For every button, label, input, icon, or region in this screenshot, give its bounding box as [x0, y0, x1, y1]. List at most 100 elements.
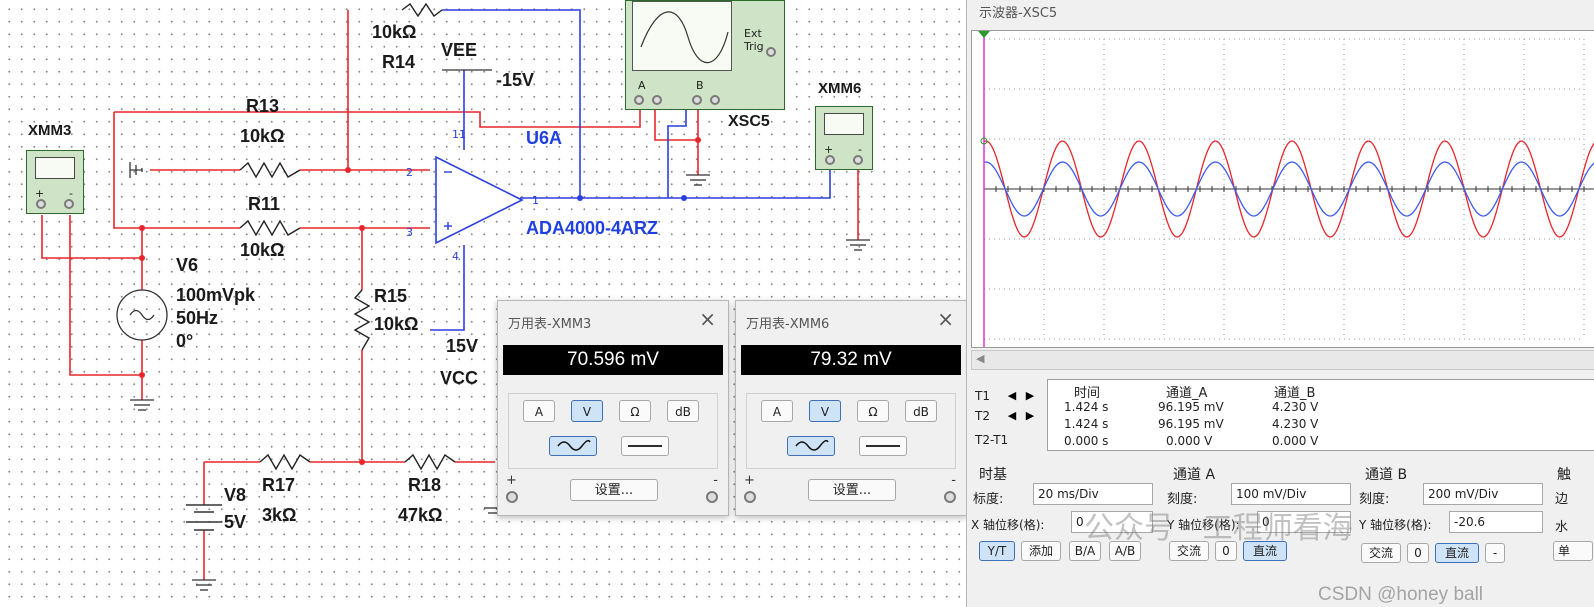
multimeter-window-xmm6[interactable]: 万用表-XMM6 × 79.32 mV A V Ω dB + - 设置... [735, 300, 967, 516]
sine-wave-icon [557, 439, 591, 451]
yt-mode-button[interactable]: Y/T [979, 541, 1015, 561]
terminal-icon [634, 95, 644, 105]
positive-terminal-label: + [506, 473, 517, 488]
trigger-edge-label: 边 [1555, 492, 1569, 507]
add-mode-button[interactable]: 添加 [1021, 541, 1061, 561]
r11-value: 10kΩ [240, 240, 285, 260]
opamp-u6a-symbol [435, 155, 524, 245]
mode-volt-button[interactable]: V [571, 400, 603, 422]
r18-label: R18 [408, 475, 442, 495]
t2-left-arrow-icon[interactable]: ◀ [1005, 410, 1019, 422]
scroll-left-icon[interactable]: ◀ [976, 352, 984, 365]
channel-b-label: B [696, 79, 704, 92]
channel-b-minus-button[interactable]: - [1485, 543, 1505, 563]
window-title: 示波器-XSC5 [979, 6, 1058, 21]
xsc5-scope-icon[interactable]: Ext Trig A B [625, 0, 785, 110]
xmm3-label: XMM3 [28, 122, 72, 139]
mode-ampere-button[interactable]: A [761, 400, 793, 422]
r15-label: R15 [374, 286, 408, 306]
u6a-label: U6A [526, 128, 563, 148]
x-position-label: X 轴位移(格): [971, 518, 1045, 532]
t1-left-arrow-icon[interactable]: ◀ [1005, 390, 1019, 402]
terminal-icon [710, 95, 720, 105]
close-icon[interactable]: × [699, 307, 716, 331]
mode-volt-button[interactable]: V [809, 400, 841, 422]
timebase-title: 时基 [979, 467, 1007, 483]
channel-b-scale-field[interactable]: 200 mV/Div [1423, 483, 1543, 505]
ac-mode-button[interactable] [787, 436, 835, 456]
v6-amplitude: 100mVpk [176, 285, 256, 305]
t1-right-arrow-icon[interactable]: ▶ [1023, 390, 1037, 402]
t2-time: 1.424 s [1064, 417, 1109, 431]
terminal-icon [944, 491, 956, 503]
channel-b-ypos-field[interactable]: -20.6 [1449, 511, 1543, 533]
v8-value: 5V [224, 512, 247, 532]
mode-ohm-button[interactable]: Ω [619, 400, 651, 422]
multimeter-window-xmm3[interactable]: 万用表-XMM3 × 70.596 mV A V Ω dB + - 设置... [497, 300, 729, 516]
xmm6-meter-icon[interactable]: + - [815, 106, 873, 170]
r18-value: 47kΩ [398, 505, 443, 525]
dc-mode-button[interactable] [621, 436, 669, 456]
opamp-part-label: ADA4000-4ARZ [526, 218, 659, 238]
mode-panel: A V Ω dB [508, 393, 718, 469]
xmm3-meter-icon[interactable]: + - [26, 150, 84, 214]
mode-panel: A V Ω dB [746, 393, 956, 469]
meter-reading: 79.32 mV [741, 345, 961, 375]
v6-label: V6 [176, 255, 199, 275]
mode-db-button[interactable]: dB [905, 400, 937, 422]
t2-t1-channel-b: 0.000 V [1272, 434, 1319, 448]
t2-label: T2 [975, 409, 990, 423]
trigger-single-button[interactable]: 单 [1553, 541, 1593, 561]
terminal-icon [36, 199, 46, 209]
terminal-icon [744, 491, 756, 503]
ac-mode-button[interactable] [549, 436, 597, 456]
channel-b-scale-label: 刻度: [1359, 492, 1390, 507]
ext-trig-label: Ext Trig [744, 27, 764, 53]
channel-b-dc-button[interactable]: 直流 [1435, 543, 1479, 563]
t2-t1-time: 0.000 s [1064, 434, 1109, 448]
positive-terminal-label: + [744, 473, 755, 488]
resistor-top-symbol [401, 2, 443, 18]
pin-1: 1 [532, 194, 539, 207]
trigger-title: 触 [1557, 467, 1571, 483]
channel-b-title: 通道 B [1365, 467, 1408, 483]
terminal-icon [692, 95, 702, 105]
watermark-text: 公众号 · 工程师看海 [1084, 511, 1353, 546]
meter-face-icon [824, 113, 864, 135]
meter-reading: 70.596 mV [503, 345, 723, 375]
meter-face-icon [35, 157, 75, 179]
channel-b-ac-button[interactable]: 交流 [1361, 543, 1401, 563]
t2-channel-a: 96.195 mV [1158, 417, 1224, 431]
r17-value: 3kΩ [262, 505, 297, 525]
v6-phase: 0° [176, 331, 194, 351]
trigger-level-label: 水 [1555, 520, 1569, 535]
terminal-icon [652, 95, 662, 105]
ac-source-v6 [116, 289, 168, 341]
settings-button[interactable]: 设置... [570, 479, 658, 501]
mode-db-button[interactable]: dB [667, 400, 699, 422]
channel-b-zero-button[interactable]: 0 [1407, 543, 1429, 563]
vcc-value: 15V [446, 336, 479, 356]
settings-button[interactable]: 设置... [808, 479, 896, 501]
r13-value: 10kΩ [240, 126, 285, 146]
t1-channel-a: 96.195 mV [1158, 400, 1224, 414]
window-title: 万用表-XMM6 [746, 317, 830, 332]
v6-frequency: 50Hz [176, 308, 219, 328]
timebase-scale-field[interactable]: 20 ms/Div [1033, 483, 1153, 505]
t1-label: T1 [975, 389, 990, 403]
mode-ampere-button[interactable]: A [523, 400, 555, 422]
terminal-icon [853, 155, 863, 165]
r14-label: R14 [382, 52, 416, 72]
t2-t1-label: T2-T1 [975, 433, 1009, 447]
dc-mode-button[interactable] [859, 436, 907, 456]
scope-display[interactable] [971, 30, 1594, 348]
dc-line-icon [866, 445, 900, 447]
horizontal-scrollbar[interactable]: ◀ [971, 350, 1594, 370]
close-icon[interactable]: × [937, 307, 954, 331]
timebase-scale-label: 标度: [973, 492, 1004, 507]
channel-a-scale-field[interactable]: 100 mV/Div [1231, 483, 1351, 505]
dc-line-icon [628, 445, 662, 447]
mode-ohm-button[interactable]: Ω [857, 400, 889, 422]
r15-value: 10kΩ [374, 314, 419, 334]
t2-right-arrow-icon[interactable]: ▶ [1023, 410, 1037, 422]
